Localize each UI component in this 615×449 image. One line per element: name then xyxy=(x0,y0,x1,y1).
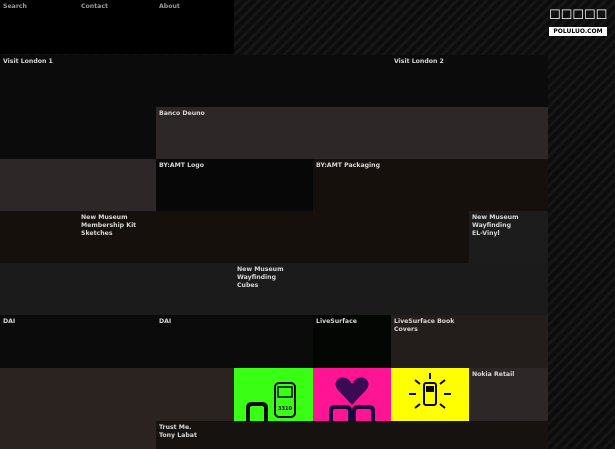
tile-new-museum-wayfinding-vinyl-label: New Museum Wayfinding EL-Vinyl xyxy=(472,214,519,237)
thumbnail-nokia-heart-magenta[interactable] xyxy=(313,368,391,421)
tile-dai-2[interactable]: DAI xyxy=(156,315,313,368)
nav-contact-link[interactable]: Contact xyxy=(78,0,156,54)
tile-new-museum-wayfinding-cubes-label: New Museum Wayfinding Cubes xyxy=(237,266,284,289)
watermark-url: POLULUO.COM xyxy=(549,27,607,36)
tile-visit-london-2-label: Visit London 2 xyxy=(394,58,444,65)
svg-text:3310: 3310 xyxy=(278,406,292,412)
tile-byamt-packaging[interactable]: BY:AMT Packaging xyxy=(313,159,548,211)
tile-nokia-retail-label: Nokia Retail xyxy=(472,371,515,378)
tile-new-museum-membership[interactable]: New Museum Membership Kit Sketches xyxy=(78,211,469,263)
tile-livesurface-label: LiveSurface xyxy=(316,318,357,325)
tile-visit-london-1[interactable]: Visit London 1 xyxy=(0,55,391,107)
tile-banco-deuno-label: Banco Deuno xyxy=(159,110,205,117)
tile-visit-london-1-continued[interactable] xyxy=(0,107,156,159)
thumbnail-nokia-phone-green[interactable]: 3310 xyxy=(234,368,313,421)
nav-search-link[interactable]: Search xyxy=(0,0,78,54)
nav-about-label: About xyxy=(159,3,180,10)
tile-new-museum-wayfinding-cubes[interactable]: New Museum Wayfinding Cubes xyxy=(234,263,548,315)
tile-livesurface[interactable]: LiveSurface xyxy=(313,315,391,368)
watermark-logo: ☐☐☐☐☐ POLULUO.COM xyxy=(549,6,607,38)
nav-search-label: Search xyxy=(3,3,27,10)
tile-livesurface-book-covers-label: LiveSurface Book Covers xyxy=(394,318,455,333)
tile-new-museum-wayfinding-vinyl[interactable]: New Museum Wayfinding EL-Vinyl xyxy=(469,211,548,263)
nav-about-link[interactable]: About xyxy=(156,0,234,54)
tile-banco-deuno[interactable]: Banco Deuno xyxy=(156,107,548,159)
watermark-glyphs: ☐☐☐☐☐ xyxy=(549,8,608,23)
tile-brown-narrow[interactable] xyxy=(0,421,156,449)
tile-byamt-packaging-label: BY:AMT Packaging xyxy=(316,162,380,169)
tile-trust-me[interactable]: Trust Me. Tony Labat xyxy=(156,421,548,449)
tile-dai-2-label: DAI xyxy=(159,318,172,325)
tile-byamt-logo[interactable]: BY:AMT Logo xyxy=(156,159,313,211)
nokia-phone-yellow-graphic xyxy=(391,368,469,421)
tile-new-museum-membership-label: New Museum Membership Kit Sketches xyxy=(81,214,137,237)
tile-brown-block[interactable] xyxy=(0,159,156,211)
tile-visit-london-1-label: Visit London 1 xyxy=(3,58,53,65)
tile-livesurface-book-covers[interactable]: LiveSurface Book Covers xyxy=(391,315,548,368)
tile-visit-london-2[interactable]: Visit London 2 xyxy=(391,55,548,107)
tile-trust-me-label: Trust Me. Tony Labat xyxy=(159,424,197,439)
tile-filler-gray[interactable] xyxy=(0,263,234,315)
nokia-phone-green-graphic: 3310 xyxy=(234,368,313,421)
tile-byamt-logo-label: BY:AMT Logo xyxy=(159,162,204,169)
nokia-heart-magenta-graphic xyxy=(313,368,391,421)
tile-brown-wide[interactable] xyxy=(0,368,234,421)
tile-dai-1[interactable]: DAI xyxy=(0,315,156,368)
tile-dai-1-label: DAI xyxy=(3,318,16,325)
tile-nokia-retail[interactable]: Nokia Retail xyxy=(469,368,548,421)
thumbnail-nokia-phone-yellow[interactable] xyxy=(391,368,469,421)
nav-contact-label: Contact xyxy=(81,3,108,10)
tile-filler-dark[interactable] xyxy=(0,211,78,263)
